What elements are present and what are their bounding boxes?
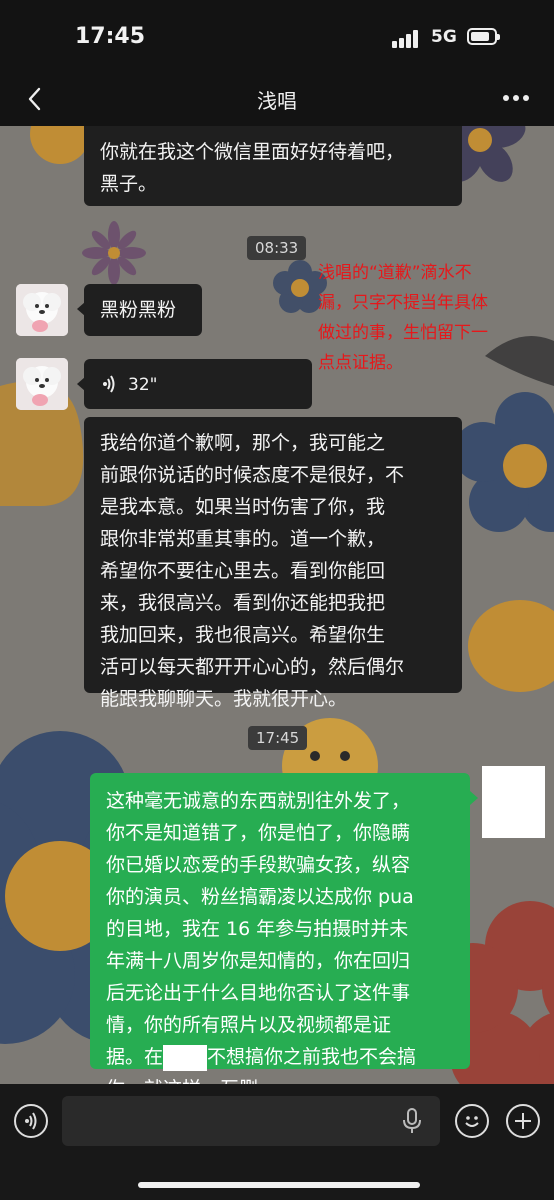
message-bubble[interactable]: 你就在我这个微信里面好好待着吧， 黑子。 xyxy=(84,126,462,206)
more-dots-icon[interactable] xyxy=(503,95,531,103)
annotation-text: 浅唱的“道歉”滴水不 漏，只字不提当年具体 做过的事，生怕留下一 点点证据。 xyxy=(318,263,488,373)
network-label: 5G xyxy=(431,27,457,47)
status-bar: 17:45 5G xyxy=(0,0,554,72)
self-avatar-redacted[interactable] xyxy=(482,766,545,838)
status-time: 17:45 xyxy=(75,24,146,49)
voice-toggle-icon[interactable] xyxy=(14,1104,48,1138)
plus-icon[interactable] xyxy=(506,1104,540,1138)
message-input[interactable] xyxy=(62,1096,440,1146)
contact-avatar[interactable] xyxy=(16,284,68,336)
redaction-box xyxy=(163,1044,208,1071)
message-bubble[interactable]: 黑粉黑粉 xyxy=(77,284,202,336)
home-indicator[interactable] xyxy=(138,1182,420,1188)
chat-title: 浅唱 xyxy=(257,89,297,113)
microphone-icon[interactable] xyxy=(402,1108,422,1134)
voice-message-bubble[interactable]: 32" xyxy=(77,359,312,409)
chat-header: 浅唱 xyxy=(0,72,554,126)
voice-wave-icon xyxy=(103,375,115,393)
signal-icon xyxy=(392,30,422,48)
message-text: 这种毫无诚意的东西就别往外发了， 你不是知道错了，你是怕了，你隐瞒 你已婚以恋爱… xyxy=(106,790,414,1068)
message-timestamp: 08:33 xyxy=(247,236,307,260)
voice-duration: 32" xyxy=(128,375,158,395)
contact-avatar[interactable] xyxy=(16,358,68,410)
emoji-icon[interactable] xyxy=(455,1104,489,1138)
chat-message-list[interactable]: 你就在我这个微信里面好好待着吧， 黑子。 08:33 黑粉黑粉 32" 我给你道… xyxy=(0,126,554,1084)
message-bubble[interactable]: 我给你道个歉啊，那个，我可能之 前跟你说话的时候态度不是很好，不 是我本意。如果… xyxy=(84,417,462,710)
self-message-bubble[interactable]: 这种毫无诚意的东西就别往外发了， 你不是知道错了，你是怕了，你隐瞒 你已婚以恋爱… xyxy=(90,773,478,1084)
message-timestamp: 17:45 xyxy=(248,726,308,750)
battery-icon xyxy=(467,28,500,45)
